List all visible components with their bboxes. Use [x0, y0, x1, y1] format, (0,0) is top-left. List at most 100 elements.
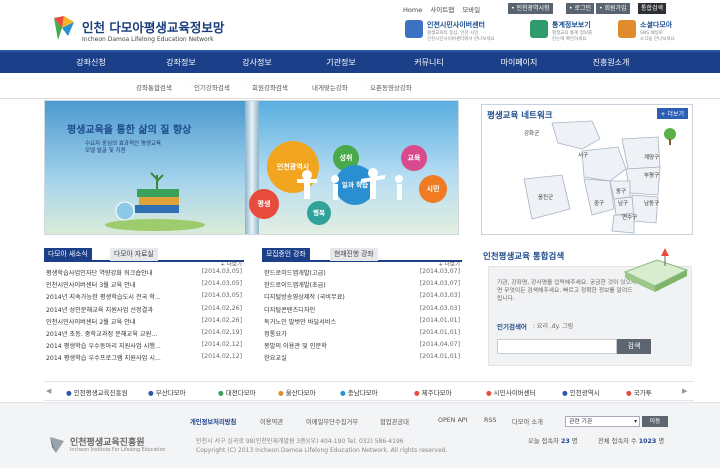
signup-button[interactable]: • 회원가입 — [596, 3, 630, 14]
course-row-title: 독거노인 말벗만 바달서비스 — [264, 318, 337, 326]
tab-archive[interactable]: 다모아 자료실 — [110, 248, 158, 261]
footer-openapi-link[interactable]: OPEN API — [438, 417, 467, 424]
nav-about[interactable]: 진흥원소개 — [566, 52, 656, 73]
news-row[interactable]: 2014년 지속가능한 평생학습도시 전국 학... [2014,03,05] — [44, 292, 244, 304]
district-ganghwa-shape — [551, 120, 601, 150]
integrated-search-button[interactable]: 통합검색 — [638, 3, 667, 14]
news-row[interactable]: 인천시민사이버센터 3월 교육 안내 [2014,03,05] — [44, 280, 244, 292]
family-site-2[interactable]: ● 대전다모아 — [218, 387, 256, 397]
related-org-go-button[interactable]: 이동 — [642, 416, 668, 427]
search-input[interactable] — [497, 339, 617, 354]
network-more-button[interactable]: + 더보기 — [656, 108, 688, 119]
nav-mypage[interactable]: 마이페이지 — [474, 52, 564, 73]
nav-course-apply[interactable]: 강좌신청 — [46, 52, 136, 73]
footer-privacy-link[interactable]: 개인정보처리방침 — [190, 417, 236, 426]
course-row[interactable]: 봉발의 이용관 및 인문학 [2014,04,07] — [262, 341, 462, 353]
course-row[interactable]: 한드로이드앱개발(고급) [2014,03,07] — [262, 268, 462, 280]
footer-partner-link[interactable]: 협업관공대 — [380, 417, 409, 426]
subnav-course-search[interactable]: 강좌통합검색 — [136, 82, 172, 92]
main-navigation: 강좌신청 강좌정보 강사정보 기관정보 커뮤니티 마이페이지 진흥원소개 — [0, 50, 720, 73]
course-row[interactable]: 독거노인 말벗만 바달서비스 [2014,01,01] — [262, 317, 462, 329]
family-site-8[interactable]: ● 국가투 — [626, 387, 652, 397]
tab-recruiting-courses[interactable]: 모집중인 강좌 — [262, 248, 310, 261]
district-ongjin[interactable]: 옹진군 — [538, 193, 553, 201]
main-banner[interactable]: 평생교육을 통한 삶의 질 향상 수요자 중심의 효과적인 평생교육 모델 발굴… — [44, 100, 459, 235]
news-row[interactable]: 2014년 초등. 중학교과정 문해교육 교원... [2014,02,19] — [44, 329, 244, 341]
book-map-illustration-icon — [623, 248, 689, 292]
subnav-member[interactable]: 회원강좌검색 — [252, 82, 288, 92]
district-namdong[interactable]: 남동구 — [644, 199, 659, 207]
site-title-en: Incheon Damoa Lifelong Education Network — [82, 36, 214, 43]
footer-terms-link[interactable]: 이용약관 — [260, 417, 283, 426]
district-donggu[interactable]: 동구 — [616, 187, 626, 195]
related-org-select[interactable]: 관련 기관 ▾ — [565, 416, 640, 427]
family-site-1[interactable]: ● 부산다모아 — [148, 387, 186, 397]
tab-news[interactable]: 다모아 새소식 — [44, 248, 92, 261]
district-bupyeong[interactable]: 부평구 — [644, 171, 659, 179]
family-site-4[interactable]: ● 충남다모아 — [340, 387, 378, 397]
logo-mark-icon — [54, 16, 74, 40]
news-row[interactable]: 평생학습사업인자단 역량강화 워크숍안내 [2014,03,05] — [44, 268, 244, 280]
social-icon — [618, 20, 636, 38]
district-seogu[interactable]: 서구 — [578, 151, 588, 159]
footer-logo: 인천평생교육진흥원 Incheon Institute For Lifelong… — [48, 433, 198, 461]
header: 인천 다모아평생교육정보망 Incheon Damoa Lifelong Edu… — [0, 0, 720, 50]
family-site-3[interactable]: ● 울산다모아 — [278, 387, 316, 397]
footer-about-link[interactable]: 다모아 소개 — [512, 417, 543, 426]
nav-institution-info[interactable]: 기관정보 — [296, 52, 386, 73]
nav-instructor-info[interactable]: 강사정보 — [212, 52, 302, 73]
family-site-6[interactable]: ● 시민사이버센터 — [486, 387, 536, 397]
course-row[interactable]: 한요교실 [2014,01,01] — [262, 353, 462, 365]
home-link[interactable]: Home — [403, 6, 422, 14]
course-row[interactable]: 정통요가 [2014,01,01] — [262, 329, 462, 341]
course-row[interactable]: 디지털콘텐츠디자인 [2014,03,03] — [262, 305, 462, 317]
site-logo[interactable]: 인천 다모아평생교육정보망 Incheon Damoa Lifelong Edu… — [52, 14, 252, 48]
course-row-date: [2014,03,07] — [419, 268, 460, 275]
integrated-search-title: 인천평생교육 통합검색 — [483, 252, 565, 262]
district-junggu[interactable]: 중구 — [594, 199, 604, 207]
popular-keywords[interactable]: : 요리 .dy. 그림 — [533, 321, 573, 330]
incheon-city-button[interactable]: • 인천광역시청 — [508, 3, 553, 14]
news-more-link[interactable]: + 더보기 — [220, 260, 242, 268]
district-yeonsu[interactable]: 연수구 — [622, 213, 637, 221]
news-row[interactable]: 2014 평생학습 우수동아리 지원사업 시행... [2014,02,12] — [44, 341, 244, 353]
footer-address: 인천시 서구 심곡로 98(인천인재개발원 3층)(우) 404-190 Tel… — [196, 438, 404, 445]
login-button[interactable]: • 로그인 — [566, 3, 595, 14]
nav-community[interactable]: 커뮤니티 — [384, 52, 474, 73]
family-site-7[interactable]: ● 인천광역시 — [562, 387, 600, 397]
footer-rss-link[interactable]: RSS — [484, 417, 496, 424]
sitemap-link[interactable]: 사이트맵 — [430, 6, 454, 14]
news-row[interactable]: 2014 평생학습 우수프로그램 지원사업 시... [2014,02,12] — [44, 353, 244, 365]
news-row-title: 평생학습사업인자단 역량강화 워크숍안내 — [46, 270, 153, 277]
chart-icon — [530, 20, 548, 38]
course-more-link[interactable]: + 더보기 — [438, 260, 460, 268]
district-gyeyang[interactable]: 계양구 — [644, 153, 659, 161]
family-site-0[interactable]: ● 인천평생교육진흥원 — [66, 387, 128, 397]
district-ganghwa[interactable]: 강화군 — [524, 129, 539, 137]
family-site-5[interactable]: ● 제주다모아 — [414, 387, 452, 397]
course-row[interactable]: 한드로이드앱개발(초급) [2014,03,07] — [262, 280, 462, 292]
footer-email-link[interactable]: 이메일무단수집거부 — [306, 417, 358, 426]
news-row-date: [2014,03,05] — [201, 292, 242, 300]
news-row[interactable]: 2014년 성인문해교육 지원사업 선정결과 [2014,02,26] — [44, 305, 244, 317]
subnav-popular[interactable]: 인기강좌검색 — [194, 82, 230, 92]
course-row-date: [2014,03,03] — [419, 292, 460, 300]
search-button[interactable]: 검색 — [617, 339, 651, 354]
course-row-title: 디지털콘텐츠디자인 — [264, 306, 316, 314]
subnav-custom[interactable]: 내게맞는강좌 — [312, 82, 348, 92]
footer-logo-mark-icon — [50, 437, 64, 453]
total-visitors: 전체 접속자 수 1023 명 — [598, 438, 665, 445]
course-row[interactable]: 디지털방송영상제작 (국비무료) [2014,03,03] — [262, 292, 462, 304]
subnav-video[interactable]: 오픈동영상강좌 — [370, 82, 412, 92]
footer-org-name-en: Incheon Institute For Lifelong Education — [70, 448, 166, 453]
news-row[interactable]: 인천시민사이버센터 2월 교육 안내 [2014,02,26] — [44, 317, 244, 329]
search-description: 기관, 강좌명, 강사명을 입력해주세요. 궁금한 것이 있으시면 무엇이든 검… — [497, 280, 637, 302]
family-prev-icon[interactable]: ◀ — [46, 387, 51, 395]
news-row-date: [2014,02,12] — [201, 353, 242, 361]
news-row-title: 인천시민사이버센터 2월 교육 안내 — [46, 318, 136, 326]
family-next-icon[interactable]: ▶ — [682, 387, 687, 395]
mobile-link[interactable]: 모바일 — [462, 6, 480, 14]
footer-copyright: Copyright (C) 2013 Incheon Damoa Lifelon… — [196, 447, 448, 454]
district-namgu[interactable]: 남구 — [618, 199, 628, 207]
tab-ongoing-courses[interactable]: 현재진행 강좌 — [330, 248, 378, 261]
